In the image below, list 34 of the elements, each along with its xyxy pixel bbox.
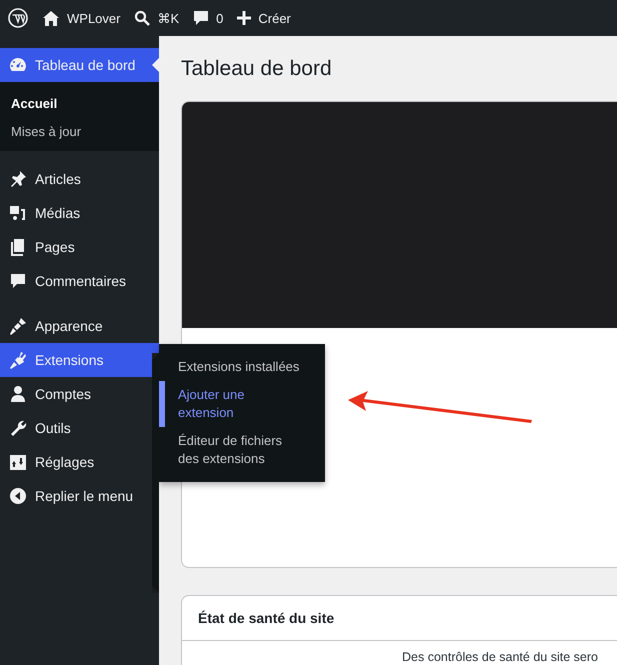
sidebar-item[interactable]: Articles — [0, 162, 159, 196]
sidebar-item[interactable]: Médias — [0, 196, 159, 230]
flyout-item[interactable]: Éditeur de fichiers des extensions — [159, 427, 325, 473]
sidebar-item[interactable]: Apparence — [0, 309, 159, 343]
flyout-item[interactable]: Extensions installées — [159, 353, 325, 381]
submenu-item[interactable]: Mises à jour — [0, 117, 159, 145]
sidebar-item[interactable]: Commentaires — [0, 264, 159, 298]
comment-icon — [8, 271, 28, 291]
panel-title: État de santé du site — [182, 596, 617, 641]
comment-icon[interactable] — [193, 10, 210, 26]
user-icon — [8, 384, 28, 404]
page-title: Tableau de bord — [181, 57, 333, 81]
create-link[interactable]: Créer — [258, 10, 291, 26]
sidebar-item[interactable]: Pages — [0, 230, 159, 264]
wordpress-logo[interactable] — [8, 8, 28, 28]
sidebar-item[interactable]: Comptes — [0, 377, 159, 411]
shortcut-label[interactable]: ⌘K — [157, 10, 180, 26]
collapse-icon — [8, 486, 28, 506]
submenu-item[interactable]: Accueil — [0, 89, 159, 117]
home-icon — [42, 10, 60, 26]
sidebar-item[interactable]: Replier le menu — [0, 479, 159, 513]
sidebar-item[interactable]: Réglages — [0, 445, 159, 479]
brush-icon — [8, 316, 28, 336]
sidebar-item[interactable]: Tableau de bord — [0, 48, 159, 82]
panel-text: Des contrôles de santé du site sero — [402, 650, 599, 664]
plug-icon — [8, 350, 28, 370]
sliders-icon — [8, 452, 28, 472]
comment-count[interactable]: 0 — [216, 10, 224, 26]
media-icon — [8, 203, 28, 223]
site-name-link[interactable]: WPLover — [67, 10, 120, 26]
plus-icon[interactable] — [237, 11, 252, 25]
sidebar-item[interactable]: Outils — [0, 411, 159, 445]
sidebar-item[interactable]: Extensions — [0, 343, 159, 377]
search-icon[interactable] — [134, 10, 150, 26]
